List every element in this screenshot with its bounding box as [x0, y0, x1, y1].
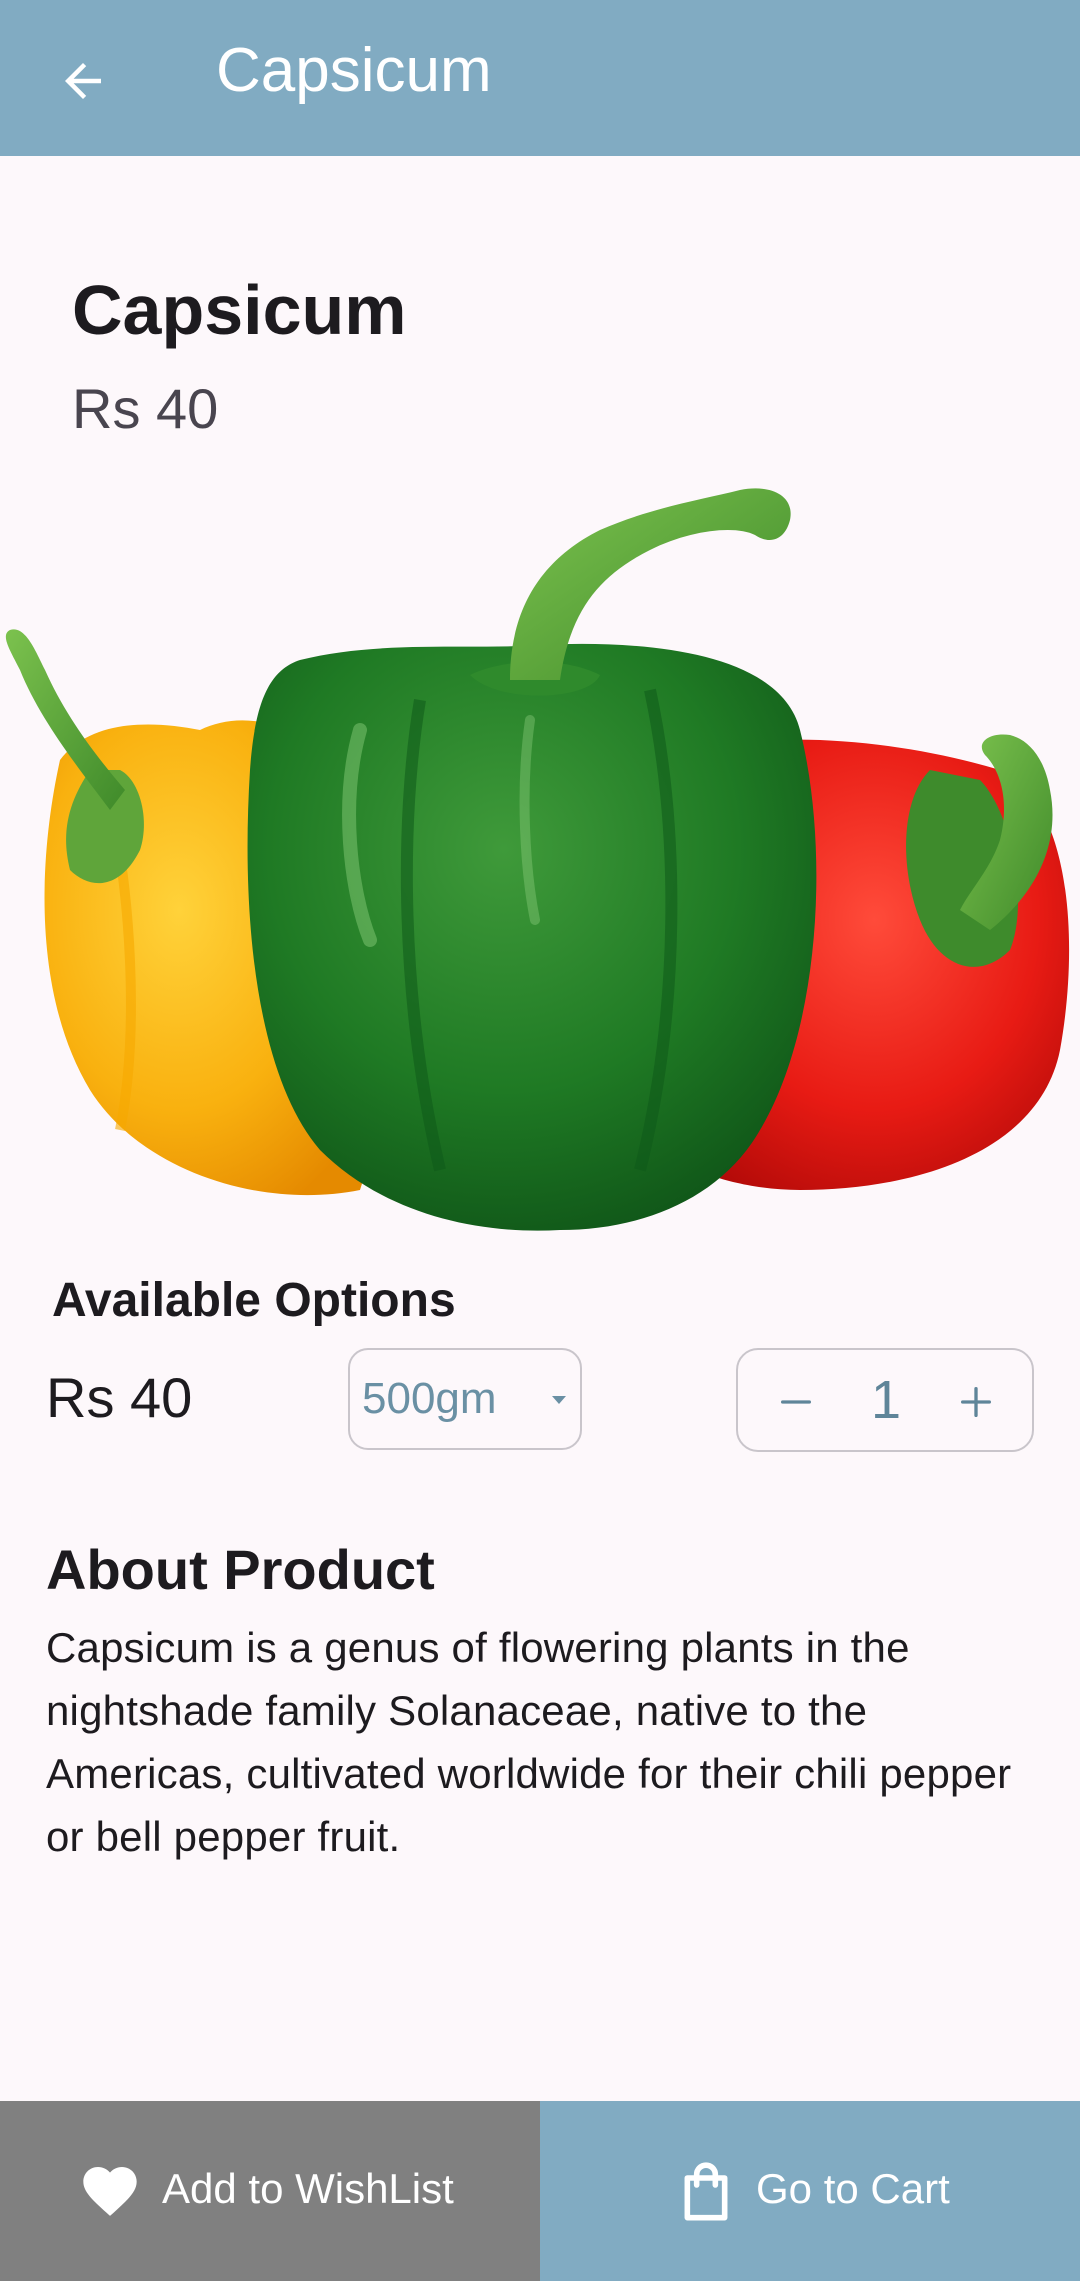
go-to-cart-button[interactable]: Go to Cart — [540, 2101, 1080, 2281]
wishlist-label: Add to WishList — [162, 2165, 454, 2212]
dropdown-caret-icon — [552, 1396, 566, 1404]
quantity-stepper: 1 — [736, 1348, 1034, 1452]
app-bar: Capsicum — [0, 0, 1080, 156]
back-button[interactable] — [40, 38, 126, 124]
weight-variant-dropdown[interactable]: 500gm — [348, 1348, 582, 1450]
available-options-heading: Available Options — [52, 1274, 456, 1327]
arrow-back-icon — [65, 63, 101, 99]
product-price: Rs 40 — [72, 377, 219, 440]
heart-icon — [83, 2167, 137, 2216]
about-product-text: Capsicum is a genus of flowering plants … — [46, 1624, 1012, 1860]
plus-icon — [961, 1387, 991, 1417]
minus-icon — [781, 1400, 811, 1404]
decrease-quantity-button[interactable] — [766, 1372, 826, 1432]
app-bar-title: Capsicum — [216, 36, 492, 105]
increase-quantity-button[interactable] — [946, 1372, 1006, 1432]
product-name: Capsicum — [72, 271, 407, 349]
option-price: Rs 40 — [46, 1366, 193, 1429]
bottom-action-bar: Add to WishList Go to Cart — [0, 2101, 1080, 2281]
cart-label: Go to Cart — [756, 2165, 950, 2212]
bell-peppers-image — [5, 488, 1070, 1231]
quantity-value: 1 — [870, 1370, 902, 1430]
about-product-heading: About Product — [46, 1538, 435, 1601]
add-to-wishlist-button[interactable]: Add to WishList — [0, 2101, 540, 2281]
selected-variant: 500gm — [362, 1374, 497, 1423]
shopping-bag-icon — [684, 2162, 728, 2221]
